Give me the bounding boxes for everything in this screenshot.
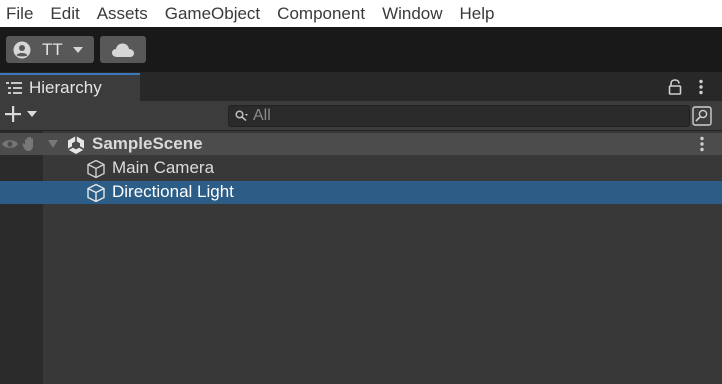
gameobject-cube-icon: [87, 183, 105, 203]
selection-gutter: [0, 181, 43, 204]
tab-hierarchy[interactable]: Hierarchy: [0, 73, 140, 101]
pickable-hand-icon[interactable]: [22, 136, 40, 152]
hierarchy-item-main-camera[interactable]: Main Camera: [0, 157, 722, 180]
panel-tab-bar: Hierarchy: [0, 72, 722, 101]
kebab-menu-icon[interactable]: [699, 136, 705, 152]
menu-window[interactable]: Window: [376, 0, 453, 27]
menu-component[interactable]: Component: [271, 0, 376, 27]
cloud-button[interactable]: [100, 36, 146, 63]
chevron-down-icon: [27, 111, 37, 117]
chevron-down-icon: [72, 46, 83, 53]
main-toolbar: TT: [0, 27, 722, 72]
hierarchy-toolbar: [0, 101, 722, 131]
foldout-arrow-icon[interactable]: [47, 139, 59, 149]
hierarchy-item-label: Directional Light: [112, 182, 234, 201]
plus-icon: [5, 106, 21, 122]
create-button[interactable]: [4, 105, 38, 123]
unity-scene-icon: [67, 136, 85, 154]
scene-header-row[interactable]: SampleScene: [0, 133, 722, 155]
kebab-menu-icon[interactable]: [698, 79, 704, 95]
menu-help[interactable]: Help: [454, 0, 506, 27]
menu-assets[interactable]: Assets: [91, 0, 159, 27]
hierarchy-item-label: Main Camera: [112, 158, 215, 177]
lock-icon[interactable]: [668, 79, 682, 95]
scene-name: SampleScene: [92, 134, 203, 153]
menu-gameobject[interactable]: GameObject: [159, 0, 271, 27]
eye-icon[interactable]: [1, 137, 19, 151]
gameobject-cube-icon: [87, 159, 105, 179]
search-input[interactable]: [253, 107, 673, 125]
menu-bar: File Edit Assets GameObject Component Wi…: [0, 0, 722, 27]
menu-file[interactable]: File: [0, 0, 44, 27]
account-label: TT: [42, 39, 63, 59]
user-circle-icon: [13, 41, 31, 58]
hierarchy-item-directional-light[interactable]: Directional Light: [0, 181, 722, 204]
hierarchy-list-icon: [6, 82, 22, 94]
search-field[interactable]: [228, 105, 690, 127]
tab-hierarchy-label: Hierarchy: [29, 78, 102, 97]
cloud-icon: [112, 43, 134, 57]
account-button[interactable]: TT: [6, 36, 94, 63]
search-icon: [235, 110, 248, 122]
search-by-type-icon[interactable]: [692, 106, 712, 126]
menu-edit[interactable]: Edit: [44, 0, 90, 27]
